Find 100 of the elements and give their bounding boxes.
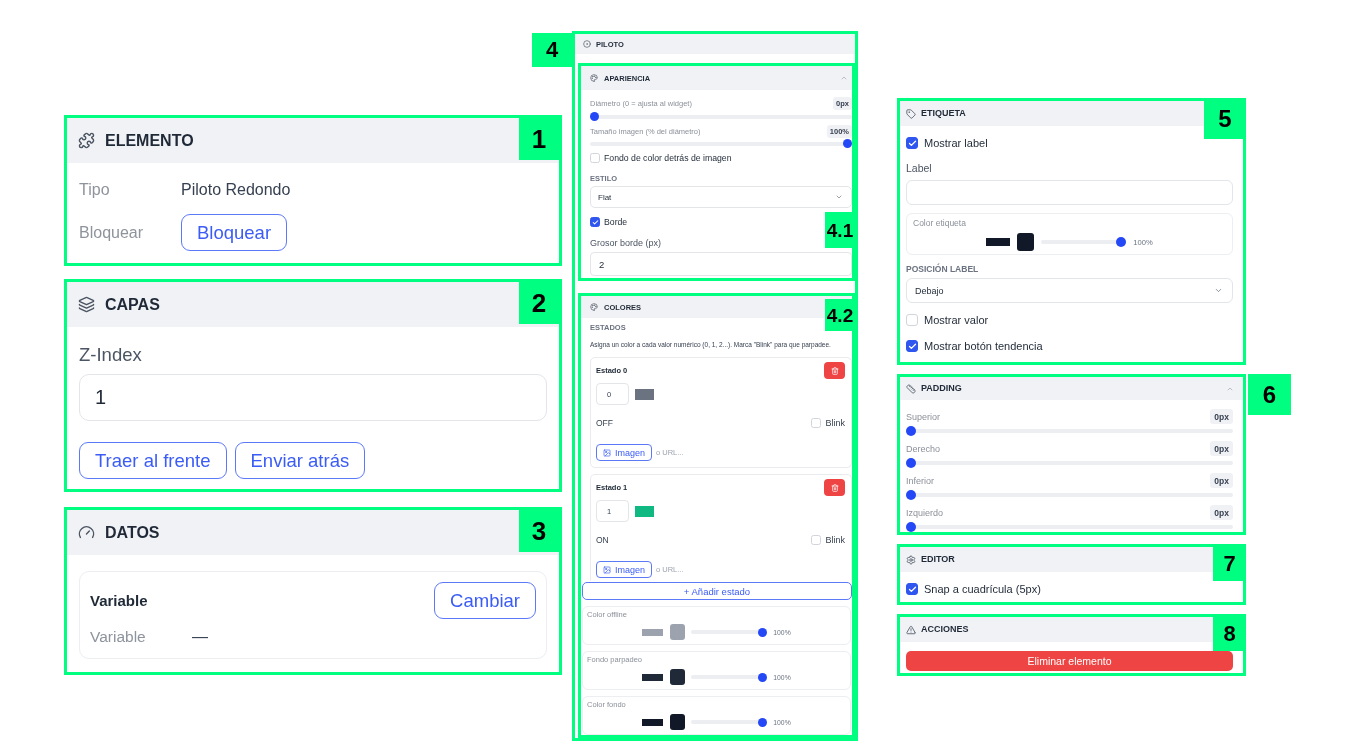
puzzle-icon — [78, 132, 95, 149]
picker-label: Color etiqueta — [913, 219, 966, 228]
panel-title: ETIQUETA — [921, 108, 966, 119]
panel-title: ELEMENTO — [105, 130, 194, 151]
slider-track[interactable] — [691, 717, 768, 727]
trash-icon — [830, 366, 839, 375]
annotation-number: 1 — [519, 118, 559, 160]
slider-track[interactable] — [691, 627, 768, 637]
field-label: Tipo — [79, 181, 111, 199]
panel-title: ACCIONES — [921, 624, 969, 635]
settings-icon — [906, 554, 916, 565]
layer-order-button[interactable]: Traer al frente — [79, 442, 227, 479]
field-label: Bloquear — [79, 223, 145, 242]
state-name: ON — [596, 535, 609, 545]
image-button[interactable]: Imagen — [596, 561, 653, 578]
color-swatch[interactable] — [1017, 233, 1035, 251]
check-icon — [907, 584, 917, 594]
field-value: Piloto Redondo — [181, 181, 291, 199]
delete-button[interactable] — [824, 479, 845, 496]
slider-label: Derecho — [906, 443, 941, 454]
delete-element-button[interactable]: Eliminar elemento — [906, 651, 1233, 671]
color-swatch[interactable] — [670, 669, 686, 685]
value-badge: 0px — [1210, 505, 1233, 520]
panel-title: EDITOR — [921, 554, 955, 565]
slider-thumb[interactable] — [1116, 237, 1127, 247]
slider-thumb[interactable] — [590, 112, 599, 121]
position-select[interactable]: Debajo — [906, 278, 1233, 303]
checkbox[interactable] — [590, 217, 600, 227]
checkbox[interactable] — [906, 583, 918, 595]
change-button[interactable]: Cambiar — [434, 582, 536, 619]
layer-order-button[interactable]: Enviar atrás — [234, 442, 366, 479]
field-label: Label — [906, 162, 932, 174]
panel-title: CAPAS — [105, 294, 160, 315]
delete-button[interactable] — [824, 362, 845, 379]
image-icon — [603, 565, 611, 574]
slider-label: Izquierdo — [906, 507, 944, 518]
value-badge: 0px — [1210, 473, 1233, 488]
image-button[interactable]: Imagen — [596, 444, 653, 461]
palette-icon — [590, 74, 598, 82]
checkbox-label: Mostrar valor — [924, 314, 989, 326]
z-index-input[interactable]: 1 — [79, 374, 547, 421]
warning-icon — [906, 624, 916, 635]
checkbox-label: Mostrar botón tendencia — [924, 340, 1043, 352]
checkbox-label: Snap a cuadrícula (5px) — [924, 583, 1041, 595]
tag-icon — [906, 108, 916, 119]
slider-thumb[interactable] — [758, 672, 768, 682]
panel-title: DATOS — [105, 522, 160, 543]
color-swatch[interactable] — [635, 388, 654, 400]
annotation-number: 7 — [1213, 546, 1246, 581]
border-width-input[interactable]: 2 — [590, 252, 852, 276]
checkbox-label: Blink — [825, 535, 845, 545]
field-value: — — [192, 628, 208, 646]
trash-icon — [830, 483, 839, 492]
checkbox[interactable] — [906, 340, 918, 352]
style-select[interactable]: Flat — [590, 186, 852, 208]
slider-track[interactable] — [590, 139, 852, 148]
slider-track[interactable] — [906, 426, 1233, 436]
slider-thumb[interactable] — [906, 426, 916, 436]
panel-title: PADDING — [921, 383, 962, 394]
annotation-number: 4.2 — [825, 299, 855, 331]
slider-thumb[interactable] — [906, 458, 916, 468]
color-input[interactable] — [642, 718, 664, 726]
lock-button[interactable]: Bloquear — [181, 214, 288, 251]
slider-track[interactable] — [590, 112, 852, 121]
label-input[interactable] — [906, 180, 1233, 205]
color-input[interactable] — [986, 238, 1011, 246]
value-badge: 0px — [1210, 409, 1233, 424]
color-input[interactable] — [642, 628, 664, 636]
annotation-number: 4.1 — [825, 212, 855, 248]
checkbox-label: Mostrar label — [924, 137, 988, 149]
add-state-button[interactable]: + Añadir estado — [582, 582, 852, 600]
value-badge: 0px — [1210, 441, 1233, 456]
slider-thumb[interactable] — [843, 139, 852, 148]
color-swatch[interactable] — [670, 624, 686, 640]
chevron-down-icon — [835, 193, 843, 201]
slider-track[interactable] — [906, 458, 1233, 468]
checkbox[interactable] — [906, 137, 918, 149]
slider-thumb[interactable] — [758, 627, 768, 637]
panel-header[interactable]: PADDING — [900, 377, 1243, 400]
color-swatch[interactable] — [635, 505, 654, 517]
slider-thumb[interactable] — [906, 522, 916, 532]
annotation-number: 2 — [519, 282, 559, 324]
slider-label: Inferior — [906, 475, 934, 486]
annotation-number: 4 — [532, 33, 572, 67]
state-name: OFF — [596, 418, 613, 428]
checkbox-label: Borde — [604, 217, 628, 227]
annotation-number: 3 — [519, 510, 559, 552]
slider-thumb[interactable] — [906, 490, 916, 500]
image-icon — [603, 448, 611, 457]
checkbox-label: Blink — [825, 418, 845, 428]
slider-track[interactable] — [691, 672, 768, 682]
slider-track[interactable] — [906, 522, 1233, 532]
slider-track[interactable] — [1041, 237, 1127, 247]
color-input[interactable] — [642, 673, 664, 681]
ruler-icon — [906, 383, 916, 394]
field-label: Grosor borde (px) — [590, 237, 662, 249]
color-swatch[interactable] — [670, 714, 686, 730]
slider-label: Superior — [906, 411, 941, 422]
slider-thumb[interactable] — [758, 717, 768, 727]
slider-track[interactable] — [906, 490, 1233, 500]
